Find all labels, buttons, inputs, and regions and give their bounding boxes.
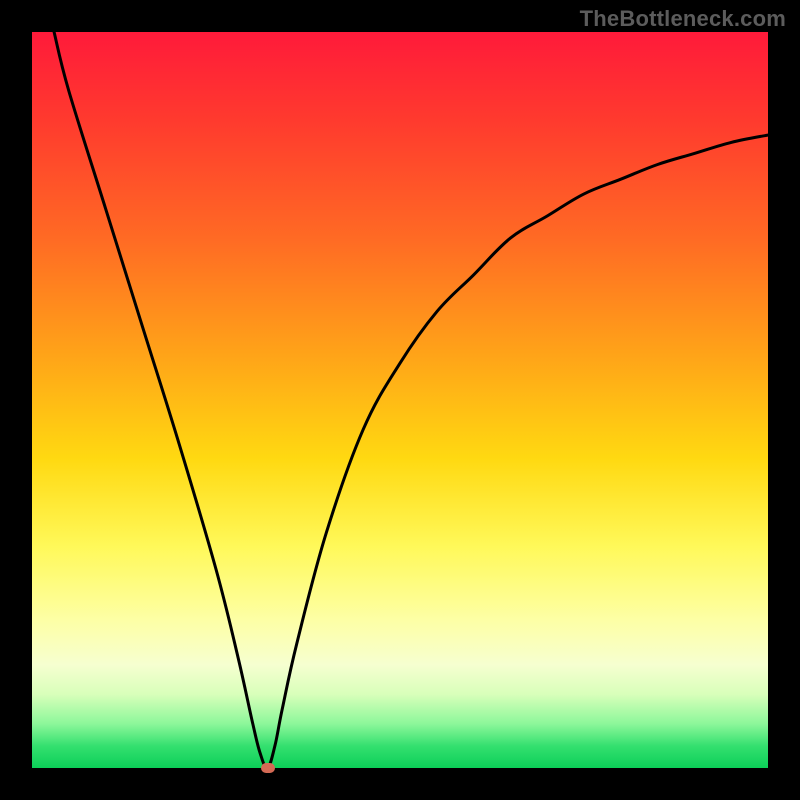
plot-area [32, 32, 768, 768]
bottleneck-curve [32, 32, 768, 768]
chart-frame: TheBottleneck.com [0, 0, 800, 800]
optimum-marker [261, 763, 275, 773]
watermark-text: TheBottleneck.com [580, 6, 786, 32]
